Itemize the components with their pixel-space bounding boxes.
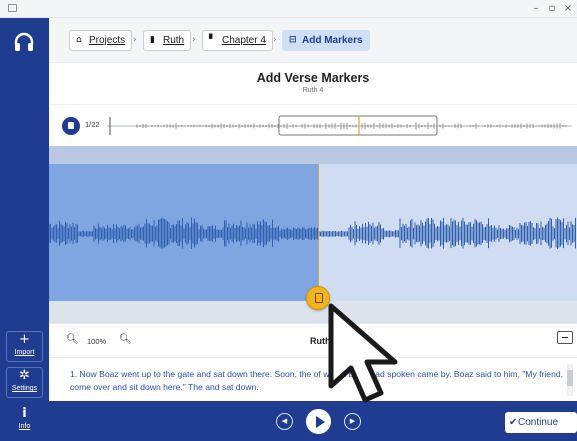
close-button[interactable]: ×	[559, 1, 577, 16]
info-icon: i	[22, 406, 27, 421]
headphones-icon[interactable]	[12, 30, 36, 54]
continue-label: Continue	[518, 417, 559, 428]
playhead[interactable]	[318, 164, 319, 294]
gear-icon: ✲	[19, 368, 30, 383]
marker-count: 1/22	[85, 120, 100, 129]
verse-text-pane: 1. Now Boaz went up to the gate and sat …	[49, 357, 577, 401]
collapse-button[interactable]	[557, 331, 573, 344]
scrollbar-thumb[interactable]	[567, 370, 573, 386]
verse-text: 1. Now Boaz went up to the gate and sat …	[70, 369, 564, 392]
check-icon: ✔	[509, 417, 518, 428]
cursor-arrow-icon	[328, 303, 398, 403]
title-bar: – ▫ ×	[0, 0, 577, 18]
home-icon: ⌂	[76, 35, 82, 45]
zoom-level: 100%	[87, 337, 107, 346]
plus-icon: +	[19, 332, 30, 347]
page-header: Add Verse Markers Ruth 4	[49, 62, 577, 104]
chevron-right-icon: ›	[273, 35, 277, 45]
settings-button[interactable]: ✲ Settings	[6, 367, 43, 398]
marker-icon	[62, 117, 80, 135]
waveform-graphic	[49, 217, 576, 249]
overview-timeline[interactable]: 1/22	[49, 104, 577, 146]
play-icon[interactable]	[306, 409, 331, 434]
chevron-right-icon: ›	[192, 35, 196, 45]
page-subtitle: Ruth 4	[302, 87, 324, 94]
breadcrumb-chapter[interactable]: ▘ Chapter 4	[202, 30, 273, 51]
app-icon	[8, 4, 17, 12]
info-label: Info	[18, 423, 31, 430]
settings-label: Settings	[11, 385, 38, 392]
document-icon: ▘	[209, 35, 216, 45]
continue-button[interactable]: ✔ Continue	[505, 412, 577, 433]
overview-waveform[interactable]	[107, 111, 572, 141]
breadcrumb-projects[interactable]: ⌂ Projects	[69, 30, 133, 51]
import-label: Import	[14, 349, 35, 356]
chevron-right-icon: ›	[133, 35, 137, 45]
breadcrumb-add-markers[interactable]: ⊟ Add Markers	[282, 30, 370, 51]
book-icon: ▮	[150, 35, 155, 45]
zoom-toolbar: 🔍︎ 100% 🔍︎ Ruth	[49, 323, 577, 357]
breadcrumb-label: Chapter 4	[222, 35, 266, 46]
zoom-out-icon[interactable]: 🔍︎	[66, 334, 79, 345]
skip-forward-icon[interactable]: ▶︎	[344, 413, 361, 430]
app-window: – ▫ × + Import ✲ Settings i Info ⌂ Proje…	[0, 0, 577, 441]
text-scrollbar[interactable]	[567, 364, 573, 396]
breadcrumb-label: Add Markers	[302, 35, 363, 46]
breadcrumb: ⌂ Projects › ▮ Ruth › ▘ Chapter 4 › ⊟ Ad…	[49, 18, 577, 62]
bookmark-icon: ⊟	[289, 35, 297, 45]
import-button[interactable]: + Import	[6, 331, 43, 362]
page-title: Add Verse Markers	[256, 71, 370, 85]
waveform-header-band	[49, 146, 577, 164]
zoom-in-icon[interactable]: 🔍︎	[119, 334, 132, 345]
breadcrumb-ruth[interactable]: ▮ Ruth	[143, 30, 192, 51]
info-button[interactable]: i Info	[6, 405, 43, 436]
breadcrumb-label: Ruth	[163, 35, 185, 46]
breadcrumb-label: Projects	[89, 35, 126, 46]
player-bar: ◀︎ ▶︎ ✔ Continue	[49, 401, 577, 441]
skip-back-icon[interactable]: ◀︎	[276, 413, 293, 430]
waveform[interactable]	[49, 164, 577, 301]
sidebar: + Import ✲ Settings i Info	[0, 18, 49, 441]
